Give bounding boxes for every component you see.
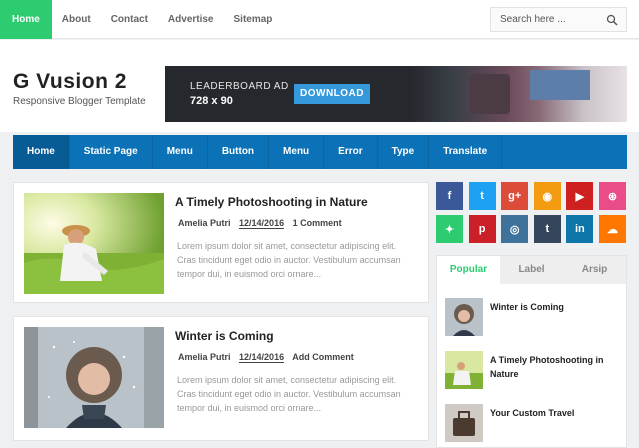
social-icons-grid: f t g+ ◉ ▶ ⊛ ✦ p ◎ t in ☁ [436, 182, 627, 243]
popular-post-thumbnail [445, 298, 483, 336]
instagram-icon[interactable]: ◎ [501, 215, 529, 243]
topnav-contact[interactable]: Contact [101, 0, 158, 39]
topnav-advertise[interactable]: Advertise [158, 0, 224, 39]
mainnav-menu-2[interactable]: Menu [269, 135, 325, 169]
linkedin-icon[interactable]: in [566, 215, 594, 243]
tab-arsip[interactable]: Arsip [563, 256, 626, 284]
post-meta: Amelia Putri 12/14/2016 1 Comment [178, 218, 348, 229]
post-date: 12/14/2016 [239, 352, 285, 363]
leaderboard-ad[interactable]: LEADERBOARD AD 728 x 90 DOWNLOAD [165, 66, 627, 122]
post-comments-link[interactable]: Add Comment [292, 352, 354, 362]
popular-post-title[interactable]: A Timely Photoshooting in Nature [490, 353, 620, 381]
tumblr-icon[interactable]: t [533, 215, 561, 243]
topnav-sitemap[interactable]: Sitemap [224, 0, 283, 39]
post-card: Winter is Coming Amelia Putri 12/14/2016… [13, 316, 429, 441]
post-thumbnail[interactable] [24, 193, 164, 294]
popular-post-item[interactable]: Winter is Coming [445, 298, 620, 338]
dribbble-icon[interactable]: ⊛ [598, 182, 626, 210]
main-nav: Home Static Page Menu Button Menu Error … [13, 135, 627, 169]
popular-post-thumbnail [445, 351, 483, 389]
topnav-about[interactable]: About [52, 0, 101, 39]
popular-post-item[interactable]: Your Custom Travel [445, 404, 620, 444]
ad-size: 728 x 90 [190, 95, 233, 107]
pinterest-icon[interactable]: p [468, 215, 496, 243]
post-title[interactable]: Winter is Coming [175, 329, 274, 343]
google-plus-icon[interactable]: g+ [501, 182, 529, 210]
search-input[interactable]: Search here ... [490, 7, 627, 32]
top-bar: Home About Contact Advertise Sitemap Sea… [0, 0, 639, 39]
sidebar-tabs: Popular Label Arsip [437, 256, 626, 284]
popular-post-title[interactable]: Your Custom Travel [490, 406, 620, 420]
mainnav-home[interactable]: Home [13, 135, 70, 169]
popular-post-title[interactable]: Winter is Coming [490, 300, 620, 314]
delicious-icon[interactable]: ✦ [436, 215, 463, 243]
rss-icon[interactable]: ◉ [533, 182, 561, 210]
search-placeholder: Search here ... [500, 14, 566, 25]
search-icon[interactable] [606, 14, 618, 26]
top-nav: Home About Contact Advertise Sitemap [0, 0, 282, 39]
mainnav-menu[interactable]: Menu [153, 135, 208, 169]
mainnav-static-page[interactable]: Static Page [70, 135, 153, 169]
ad-label: LEADERBOARD AD [190, 81, 289, 92]
mainnav-error[interactable]: Error [324, 135, 378, 169]
tab-popular[interactable]: Popular [437, 256, 500, 284]
mainnav-type[interactable]: Type [378, 135, 430, 169]
soundcloud-icon[interactable]: ☁ [598, 215, 626, 243]
post-excerpt: Lorem ipsum dolor sit amet, consectetur … [177, 241, 401, 279]
mainnav-translate[interactable]: Translate [429, 135, 503, 169]
post-author[interactable]: Amelia Putri [178, 218, 231, 228]
tab-label[interactable]: Label [500, 256, 563, 284]
popular-post-item[interactable]: A Timely Photoshooting in Nature [445, 351, 620, 391]
site-title[interactable]: G Vusion 2 [13, 70, 127, 94]
popular-post-thumbnail [445, 404, 483, 442]
post-excerpt: Lorem ipsum dolor sit amet, consectetur … [177, 375, 401, 413]
topnav-home[interactable]: Home [0, 0, 52, 39]
ad-download-button[interactable]: DOWNLOAD [294, 84, 370, 104]
post-author[interactable]: Amelia Putri [178, 352, 231, 362]
post-date: 12/14/2016 [239, 218, 285, 229]
sidebar-tabs-widget: Popular Label Arsip Winter is Coming A T… [436, 255, 627, 448]
post-comments-link[interactable]: 1 Comment [293, 218, 342, 228]
youtube-icon[interactable]: ▶ [566, 182, 594, 210]
site-tagline: Responsive Blogger Template [13, 96, 146, 107]
twitter-icon[interactable]: t [468, 182, 496, 210]
facebook-icon[interactable]: f [436, 182, 463, 210]
ad-image [410, 66, 627, 122]
post-thumbnail[interactable] [24, 327, 164, 428]
post-card: A Timely Photoshooting in Nature Amelia … [13, 182, 429, 303]
post-title[interactable]: A Timely Photoshooting in Nature [175, 195, 368, 209]
post-meta: Amelia Putri 12/14/2016 Add Comment [178, 352, 360, 363]
mainnav-button[interactable]: Button [208, 135, 270, 169]
